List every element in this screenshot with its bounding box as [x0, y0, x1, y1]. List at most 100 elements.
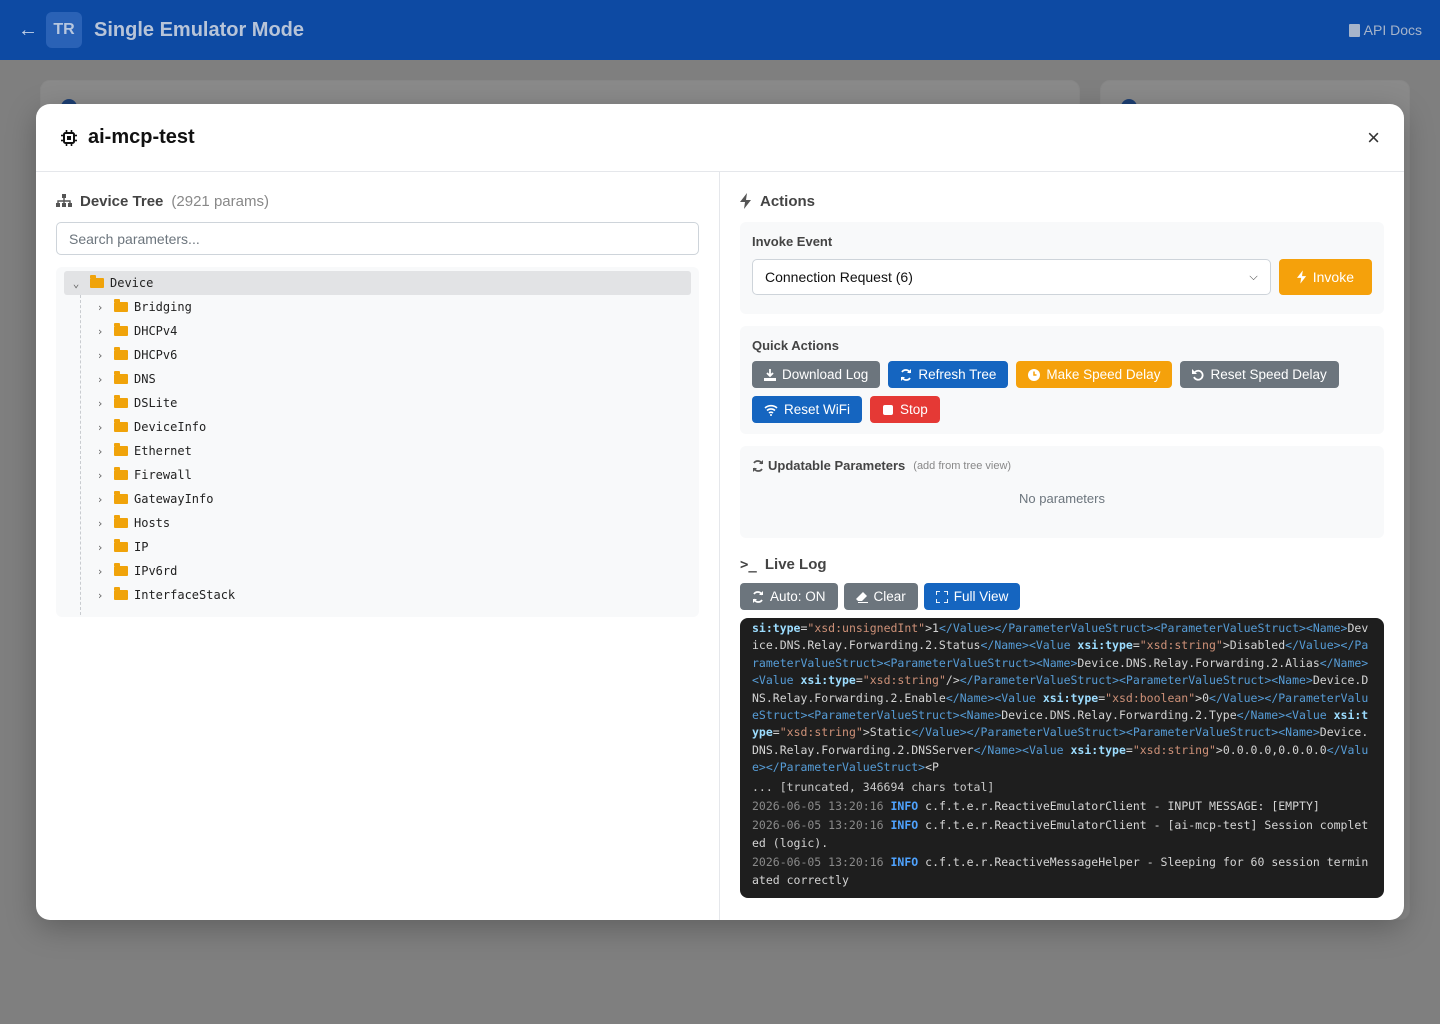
- api-docs-link[interactable]: API Docs: [1348, 22, 1422, 38]
- invoke-event-label: Invoke Event: [752, 234, 833, 249]
- search-input[interactable]: [56, 222, 699, 255]
- tree-node[interactable]: › Ethernet: [64, 439, 691, 463]
- folder-icon: [114, 539, 128, 552]
- tree-node[interactable]: › DHCPv6: [64, 343, 691, 367]
- clear-log-button[interactable]: Clear: [843, 583, 918, 610]
- download-log-label: Download Log: [782, 367, 869, 382]
- log-truncated-note: ... [truncated, 346694 chars total]: [752, 779, 995, 794]
- arrow-left-icon[interactable]: ←: [18, 19, 38, 42]
- chevron-right-icon[interactable]: ›: [94, 469, 106, 482]
- device-tree-heading: Device Tree (2921 params): [56, 192, 699, 210]
- chevron-right-icon[interactable]: ›: [94, 589, 106, 602]
- chevron-right-icon[interactable]: ›: [94, 445, 106, 458]
- chevron-right-icon[interactable]: ›: [94, 301, 106, 314]
- eraser-icon: [855, 591, 868, 603]
- reset-wifi-button[interactable]: Reset WiFi: [752, 396, 863, 423]
- empty-parameters-text: No parameters: [1019, 491, 1105, 506]
- chevron-right-icon[interactable]: ›: [94, 565, 106, 578]
- auto-scroll-label: Auto: ON: [770, 589, 826, 604]
- tree-node-label: DNS: [134, 372, 156, 386]
- download-log-button[interactable]: Download Log: [752, 361, 881, 388]
- stop-button[interactable]: Stop: [870, 396, 940, 423]
- folder-icon: [114, 395, 128, 408]
- tree-node[interactable]: › GatewayInfo: [64, 487, 691, 511]
- tree-node[interactable]: › IP: [64, 535, 691, 559]
- tree-node-label: Device: [110, 276, 154, 290]
- chevron-right-icon[interactable]: ›: [94, 397, 106, 410]
- app-title: Single Emulator Mode: [94, 18, 305, 41]
- tree-node[interactable]: › Hosts: [64, 511, 691, 535]
- reset-speed-delay-label: Reset Speed Delay: [1210, 367, 1327, 382]
- invoke-button[interactable]: Invoke: [1278, 259, 1372, 295]
- folder-icon: [114, 419, 128, 432]
- actions-panel: Actions Invoke Event Connection Request …: [720, 172, 1404, 920]
- log-entry: 2026-06-05 13:20:16 INFO c.f.t.e.r.React…: [752, 855, 1369, 887]
- chevron-right-icon[interactable]: ›: [94, 373, 106, 386]
- tree-node[interactable]: › DSLite: [64, 391, 691, 415]
- chevron-right-icon[interactable]: ›: [94, 541, 106, 554]
- updatable-parameters-panel: Updatable Parameters (add from tree view…: [740, 446, 1384, 538]
- refresh-tree-button[interactable]: Refresh Tree: [888, 361, 1009, 388]
- reset-speed-delay-button[interactable]: Reset Speed Delay: [1180, 361, 1339, 388]
- folder-icon: [114, 467, 128, 480]
- folder-icon: [114, 323, 128, 336]
- tree-node[interactable]: › DeviceInfo: [64, 415, 691, 439]
- folder-icon: [114, 443, 128, 456]
- api-docs-label: API Docs: [1363, 22, 1422, 38]
- updatable-parameters-hint: (add from tree view): [913, 459, 1012, 472]
- tree-node[interactable]: › IPv6rd: [64, 559, 691, 583]
- tree-node-label: GatewayInfo: [134, 492, 214, 506]
- log-xml-payload: si:type="xsd:unsignedInt">1</Value></Par…: [752, 621, 1369, 775]
- auto-scroll-toggle[interactable]: Auto: ON: [740, 583, 838, 610]
- tree-node[interactable]: › DHCPv4: [64, 319, 691, 343]
- invoke-button-label: Invoke: [1312, 269, 1354, 285]
- refresh-tree-label: Refresh Tree: [918, 367, 997, 382]
- full-view-button[interactable]: Full View: [923, 583, 1021, 610]
- tree-node[interactable]: › DNS: [64, 367, 691, 391]
- chevron-right-icon[interactable]: ›: [94, 421, 106, 434]
- make-speed-delay-button[interactable]: Make Speed Delay: [1016, 361, 1173, 388]
- folder-icon: [114, 587, 128, 600]
- live-log-console[interactable]: si:type="xsd:unsignedInt">1</Value></Par…: [740, 618, 1384, 898]
- chevron-down-icon[interactable]: ⌄: [70, 277, 82, 290]
- tree-node-label: IPv6rd: [134, 564, 178, 578]
- app-logo: TR: [46, 12, 82, 48]
- chevron-right-icon[interactable]: ›: [94, 325, 106, 338]
- event-select-value: Connection Request (6): [765, 269, 913, 285]
- quick-actions-panel: Quick Actions Download Log Refresh Tree …: [740, 326, 1384, 434]
- download-icon: [764, 368, 776, 381]
- chevron-right-icon[interactable]: ›: [94, 493, 106, 506]
- refresh-icon: [753, 590, 763, 603]
- event-select[interactable]: Connection Request (6) ⌵: [752, 259, 1271, 295]
- sitemap-icon: [56, 194, 72, 207]
- refresh-icon: [753, 459, 763, 472]
- tree-node-label: DHCPv6: [134, 348, 178, 362]
- log-entry: 2026-06-05 13:20:16 INFO c.f.t.e.r.React…: [752, 799, 1320, 814]
- chevron-down-icon: ⌵: [1249, 270, 1258, 283]
- expand-icon: [935, 590, 948, 603]
- device-tree-title: Device Tree: [80, 192, 164, 210]
- live-log-title: Live Log: [764, 556, 827, 573]
- tree-node[interactable]: › Firewall: [64, 463, 691, 487]
- tree-node-device[interactable]: ⌄ Device: [64, 271, 691, 295]
- tree-node-label: DSLite: [134, 396, 178, 410]
- clear-log-label: Clear: [873, 589, 906, 604]
- log-entry: 2026-06-05 13:20:16 INFO c.f.t.e.r.React…: [752, 818, 1369, 850]
- chevron-right-icon[interactable]: ›: [94, 517, 106, 530]
- chevron-right-icon[interactable]: ›: [94, 349, 106, 362]
- stop-icon: [883, 404, 894, 415]
- modal-header: ai-mcp-test ×: [36, 104, 1404, 172]
- tree-node[interactable]: › Bridging: [64, 295, 691, 319]
- make-speed-delay-label: Make Speed Delay: [1046, 367, 1161, 382]
- book-icon: [1348, 23, 1360, 37]
- quick-actions-label: Quick Actions: [752, 338, 839, 353]
- folder-icon: [114, 563, 128, 576]
- close-button[interactable]: ×: [1367, 126, 1380, 149]
- tree-node[interactable]: › InterfaceStack: [64, 583, 691, 607]
- emulator-modal: ai-mcp-test × Device Tree (2921 params): [36, 104, 1404, 920]
- full-view-label: Full View: [953, 589, 1009, 604]
- bolt-icon: [740, 193, 751, 209]
- tree-node-label: IP: [134, 540, 149, 554]
- tree-node-label: InterfaceStack: [134, 588, 236, 602]
- actions-heading: Actions: [740, 192, 1384, 210]
